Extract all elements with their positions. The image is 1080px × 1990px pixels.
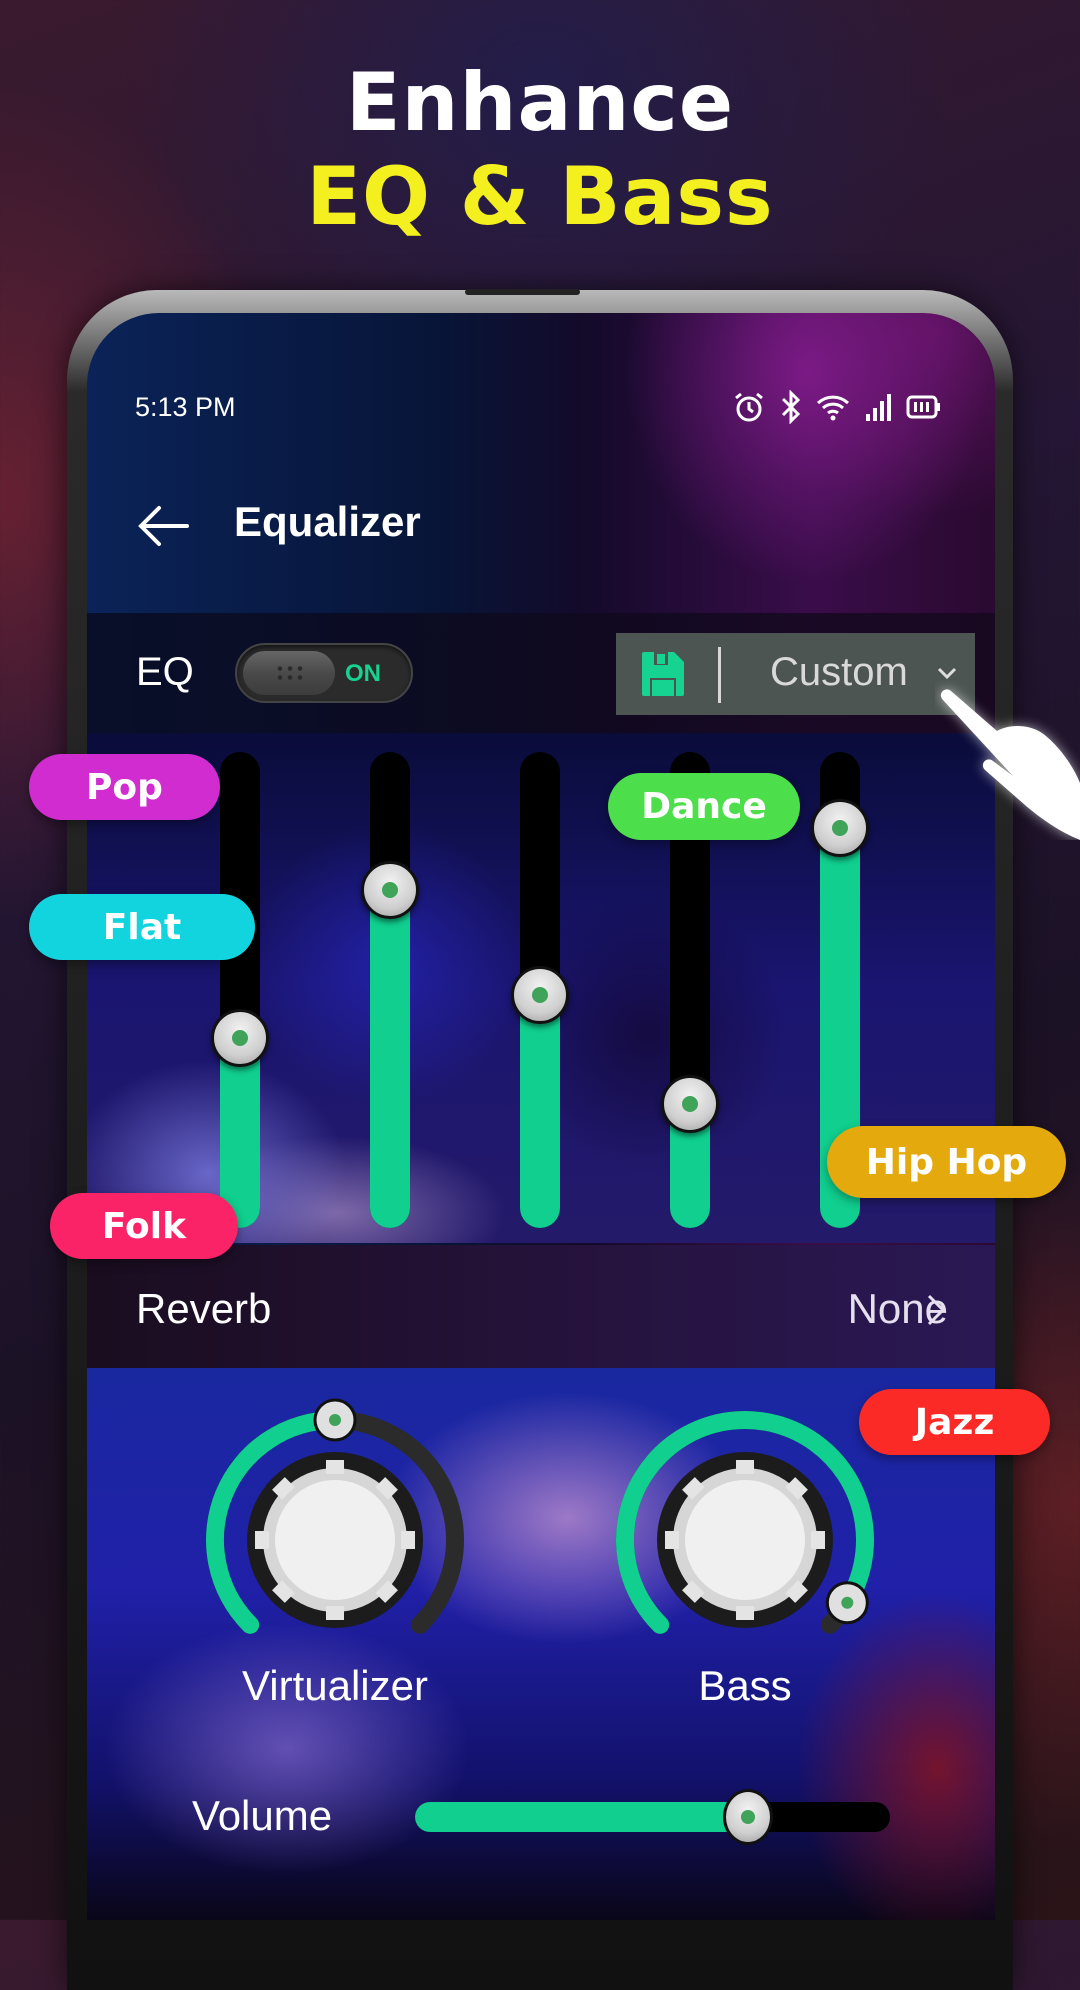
chip-label: Folk [101,1205,187,1247]
wifi-icon [816,395,850,421]
tap-hand-icon [940,689,1080,840]
eq-band-slider-1[interactable] [220,752,260,1228]
chevron-right-icon[interactable] [925,1290,947,1330]
phone-speaker [465,289,580,295]
alarm-icon [735,392,763,422]
bluetooth-icon [781,390,801,424]
dial-thumb-dot [841,1596,854,1609]
preset-divider [718,647,721,703]
page-title: Equalizer [234,498,421,545]
preset-chip-flat[interactable]: Flat [29,894,255,960]
save-preset-button[interactable] [640,650,686,698]
grip-dots-icon [275,664,305,684]
dial-knob-notch [736,1460,754,1474]
dial-knob-notch [326,1606,344,1620]
toggle-thumb [243,651,335,695]
chip-label: Flat [102,906,182,948]
dial-knob-face [685,1480,805,1600]
preset-selector[interactable]: Custom [616,633,975,715]
signal-icon [866,394,891,421]
status-time: 5:13 PM [135,392,236,422]
volume-thumb[interactable] [722,1789,773,1845]
save-icon [642,652,684,696]
chip-label: Hip Hop [865,1141,1028,1183]
preset-chip-folk[interactable]: Folk [50,1193,238,1259]
promo-subheadline: EQ & Bass [306,150,774,243]
chip-label: Pop [86,766,163,808]
dial-knob-notch [326,1460,344,1474]
dial-knob-notch [811,1531,825,1549]
virtualizer-label: Virtualizer [242,1662,428,1709]
eq-band-thumb-3[interactable] [511,965,569,1024]
eq-band-thumb-5[interactable] [811,799,869,858]
reverb-label: Reverb [136,1285,272,1332]
volume-label: Volume [192,1792,333,1839]
dial-thumb-dot [329,1414,341,1426]
dial-knob-notch [736,1606,754,1620]
preset-chip-pop[interactable]: Pop [29,754,220,820]
toggle-state: ON [345,660,381,687]
chip-label: Jazz [914,1401,995,1443]
promo-headline: Enhance [345,56,735,149]
dial-knob-notch [665,1531,679,1549]
preset-chip-dance[interactable]: Dance [608,773,800,840]
volume-slider[interactable] [415,1802,890,1832]
eq-toggle[interactable]: ON [235,643,413,703]
eq-band-slider-2[interactable] [370,752,410,1228]
volume-fill [415,1802,748,1832]
eq-band-fill [370,870,410,1228]
back-button[interactable] [135,502,191,550]
dial-knob-notch [255,1531,269,1549]
bass-label: Bass [698,1662,792,1709]
chip-label: Dance [641,786,767,827]
dial-knob-face [275,1480,395,1600]
battery-icon [906,395,940,419]
dial-knob-notch [401,1531,415,1549]
arrow-left-icon [138,506,189,546]
virtualizer-dial[interactable] [190,1395,480,1685]
eq-label: EQ [136,650,194,694]
preset-value: Custom [770,650,908,694]
eq-band-thumb-1[interactable] [211,1008,269,1067]
status-icons [732,390,942,424]
bass-dial[interactable] [600,1395,890,1685]
eq-band-thumb-2[interactable] [361,861,419,920]
preset-chip-hip-hop[interactable]: Hip Hop [827,1126,1066,1198]
eq-band-thumb-4[interactable] [661,1075,719,1134]
